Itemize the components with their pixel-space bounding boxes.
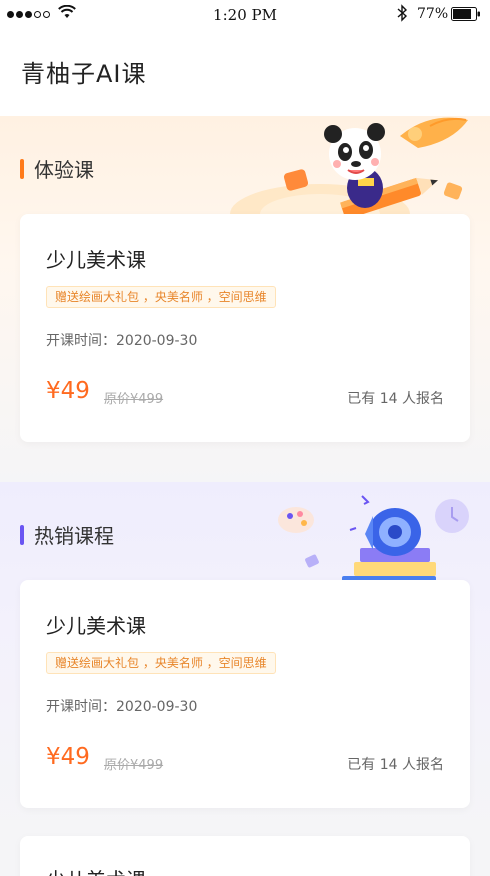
app-header: 青柚子AI课 <box>0 32 490 116</box>
section-heading: 热销课程 <box>20 520 114 549</box>
trial-course-section: 体验课 少儿美术课 赠送绘画大礼包 ，央美名师 ，空间思维 开课时间：2020-… <box>0 116 490 482</box>
heading-accent-bar <box>20 524 24 545</box>
battery-icon <box>451 7 480 21</box>
course-title: 少儿美术课 <box>46 864 146 876</box>
course-tags: 赠送绘画大礼包 ，央美名师 ，空间思维 <box>46 652 276 674</box>
course-original-price: 原价¥499 <box>104 758 164 773</box>
page-title: 青柚子AI课 <box>21 60 147 88</box>
course-title: 少儿美术课 <box>46 248 146 272</box>
section-heading: 体验课 <box>20 154 94 183</box>
battery-percentage: 77% <box>417 6 449 22</box>
course-price: ¥49 <box>46 744 90 770</box>
more-courses-section: 少儿美术课 <box>0 832 490 876</box>
enrollment-count: 已有 14 人报名 <box>347 757 444 773</box>
enrollment-count: 已有 14 人报名 <box>347 391 444 407</box>
course-original-price: 原价¥499 <box>104 392 164 407</box>
course-card[interactable]: 少儿美术课 <box>20 836 470 876</box>
hot-courses-section: 热销课程 少儿美术课 赠送绘画大礼包 ，央美名师 ，空间思维 开课时间：2020… <box>0 482 490 832</box>
panda-pencil-illustration <box>230 117 468 216</box>
course-card[interactable]: 少儿美术课 赠送绘画大礼包 ，央美名师 ，空间思维 开课时间：2020-09-3… <box>20 580 470 808</box>
course-start-date: 开课时间：2020-09-30 <box>46 699 198 715</box>
course-title: 少儿美术课 <box>46 614 146 638</box>
course-price: ¥49 <box>46 378 90 404</box>
course-card[interactable]: 少儿美术课 赠送绘画大礼包 ，央美名师 ，空间思维 开课时间：2020-09-3… <box>20 214 470 442</box>
section-title: 体验课 <box>34 158 94 182</box>
status-bar: 1:20 PM 77% <box>0 0 490 32</box>
course-tags: 赠送绘画大礼包 ，央美名师 ，空间思维 <box>46 286 276 308</box>
section-title: 热销课程 <box>34 524 114 548</box>
bluetooth-icon <box>397 4 408 22</box>
heading-accent-bar <box>20 158 24 179</box>
course-start-date: 开课时间：2020-09-30 <box>46 333 198 349</box>
books-speaker-illustration <box>278 495 469 590</box>
